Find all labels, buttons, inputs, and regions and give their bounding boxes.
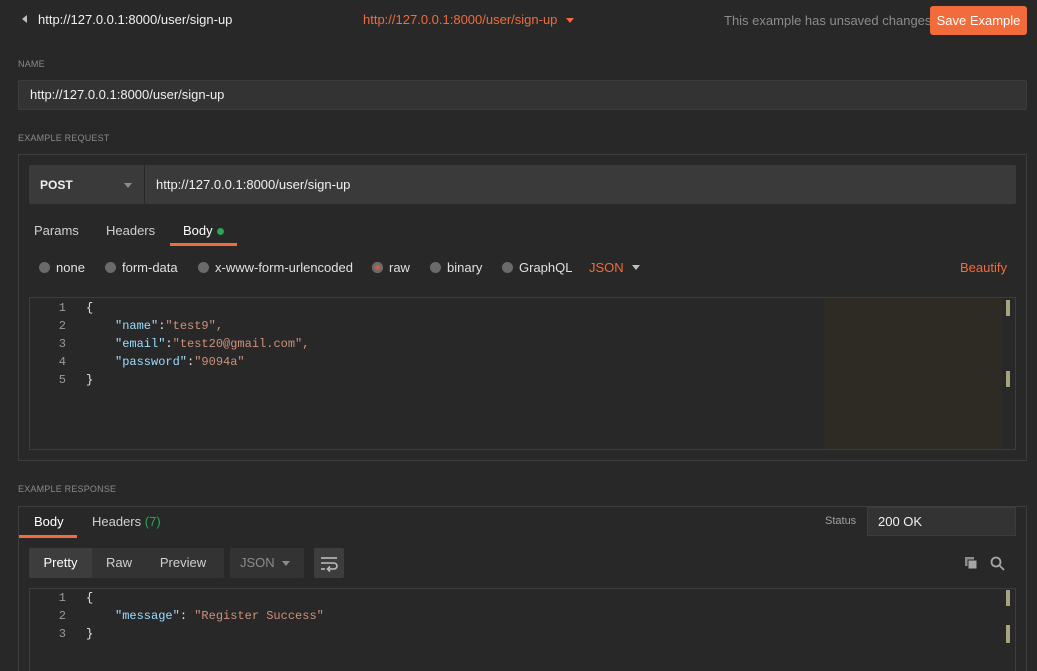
status-input[interactable]: 200 OK [867,507,1016,536]
json-key: "message" [115,609,180,623]
response-language-select[interactable]: JSON [230,548,304,578]
format-pretty-button[interactable]: Pretty [29,548,92,578]
response-scrollbar-thumb[interactable] [1006,625,1010,643]
name-section-label: NAME [18,59,45,69]
response-active-tab-underline [19,535,77,538]
line-number: 2 [58,319,66,333]
radio-label-none[interactable]: none [56,260,85,275]
response-section-label: EXAMPLE RESPONSE [18,484,117,494]
line-number: 5 [58,373,66,387]
line-number: 1 [58,301,66,315]
radio-urlencoded[interactable] [198,262,209,273]
json-key: "password" [115,355,188,369]
name-input[interactable]: http://127.0.0.1:8000/user/sign-up [18,80,1027,110]
example-title: http://127.0.0.1:8000/user/sign-up [38,12,233,27]
radio-raw[interactable] [372,262,383,273]
radio-form-data[interactable] [105,262,116,273]
back-arrow-icon[interactable] [22,15,27,23]
tab-params[interactable]: Params [34,223,79,238]
radio-label-graphql[interactable]: GraphQL [519,260,572,275]
method-select[interactable]: POST [29,165,144,204]
editor-scrollbar-thumb[interactable] [1006,371,1010,387]
editor-scrollbar-top[interactable] [1006,300,1010,316]
code-brace-close: } [86,373,94,387]
code-line: "password":"9094a" [115,355,245,369]
language-select[interactable]: JSON [589,260,624,275]
response-body-editor[interactable] [29,588,1016,671]
radio-graphql[interactable] [502,262,513,273]
radio-label-urlencoded[interactable]: x-www-form-urlencoded [215,260,353,275]
format-preview-button[interactable]: Preview [148,548,218,578]
wrap-lines-button[interactable] [314,548,344,578]
response-tab-headers-label: Headers [92,514,142,529]
line-number: 3 [58,337,66,351]
top-bar: http://127.0.0.1:8000/user/sign-up http:… [0,0,1037,42]
request-url-input[interactable]: http://127.0.0.1:8000/user/sign-up [145,165,1016,204]
radio-binary[interactable] [430,262,441,273]
copy-icon[interactable] [964,556,978,570]
line-number: 4 [58,355,66,369]
beautify-button[interactable]: Beautify [960,260,1007,275]
code-line: "name":"test9", [115,319,224,333]
line-number: 1 [58,591,66,605]
editor-minimap [824,298,1002,449]
search-icon[interactable] [990,556,1005,571]
code-line: "message": "Register Success" [115,609,324,623]
json-value: "test20@gmail.com", [172,337,310,351]
body-modified-dot [217,228,224,235]
code-brace-open: { [86,591,94,605]
response-scrollbar-top[interactable] [1006,590,1010,606]
request-section-label: EXAMPLE REQUEST [18,133,110,143]
wrap-lines-icon [321,557,338,573]
json-key: "email" [115,337,166,351]
request-link[interactable]: http://127.0.0.1:8000/user/sign-up [363,12,557,27]
radio-label-raw[interactable]: raw [389,260,410,275]
radio-label-binary[interactable]: binary [447,260,482,275]
line-number: 3 [58,627,66,641]
json-value: "9094a" [194,355,245,369]
line-number: 2 [58,609,66,623]
chevron-down-icon [282,561,290,566]
response-tab-body[interactable]: Body [34,514,64,529]
format-raw-button[interactable]: Raw [94,548,144,578]
method-label: POST [40,178,73,192]
tab-headers[interactable]: Headers [106,223,155,238]
chevron-down-icon[interactable] [632,265,640,270]
save-example-button[interactable]: Save Example [930,6,1027,35]
json-key: "name" [115,319,159,333]
active-tab-underline [170,243,237,246]
code-line: "email":"test20@gmail.com", [115,337,310,351]
unsaved-changes-text: This example has unsaved changes [724,13,932,28]
status-label: Status [825,515,857,527]
code-brace-open: { [86,301,94,315]
headers-count-badge: (7) [144,514,161,529]
chevron-down-icon [124,183,132,188]
code-brace-close: } [86,627,94,641]
chevron-down-icon[interactable] [566,18,574,23]
json-value: "test9", [165,319,224,333]
radio-none[interactable] [39,262,50,273]
radio-label-form-data[interactable]: form-data [122,260,178,275]
json-value: "Register Success" [194,609,324,623]
response-tab-headers[interactable]: Headers (7) [92,514,161,529]
tab-body[interactable]: Body [183,223,213,238]
